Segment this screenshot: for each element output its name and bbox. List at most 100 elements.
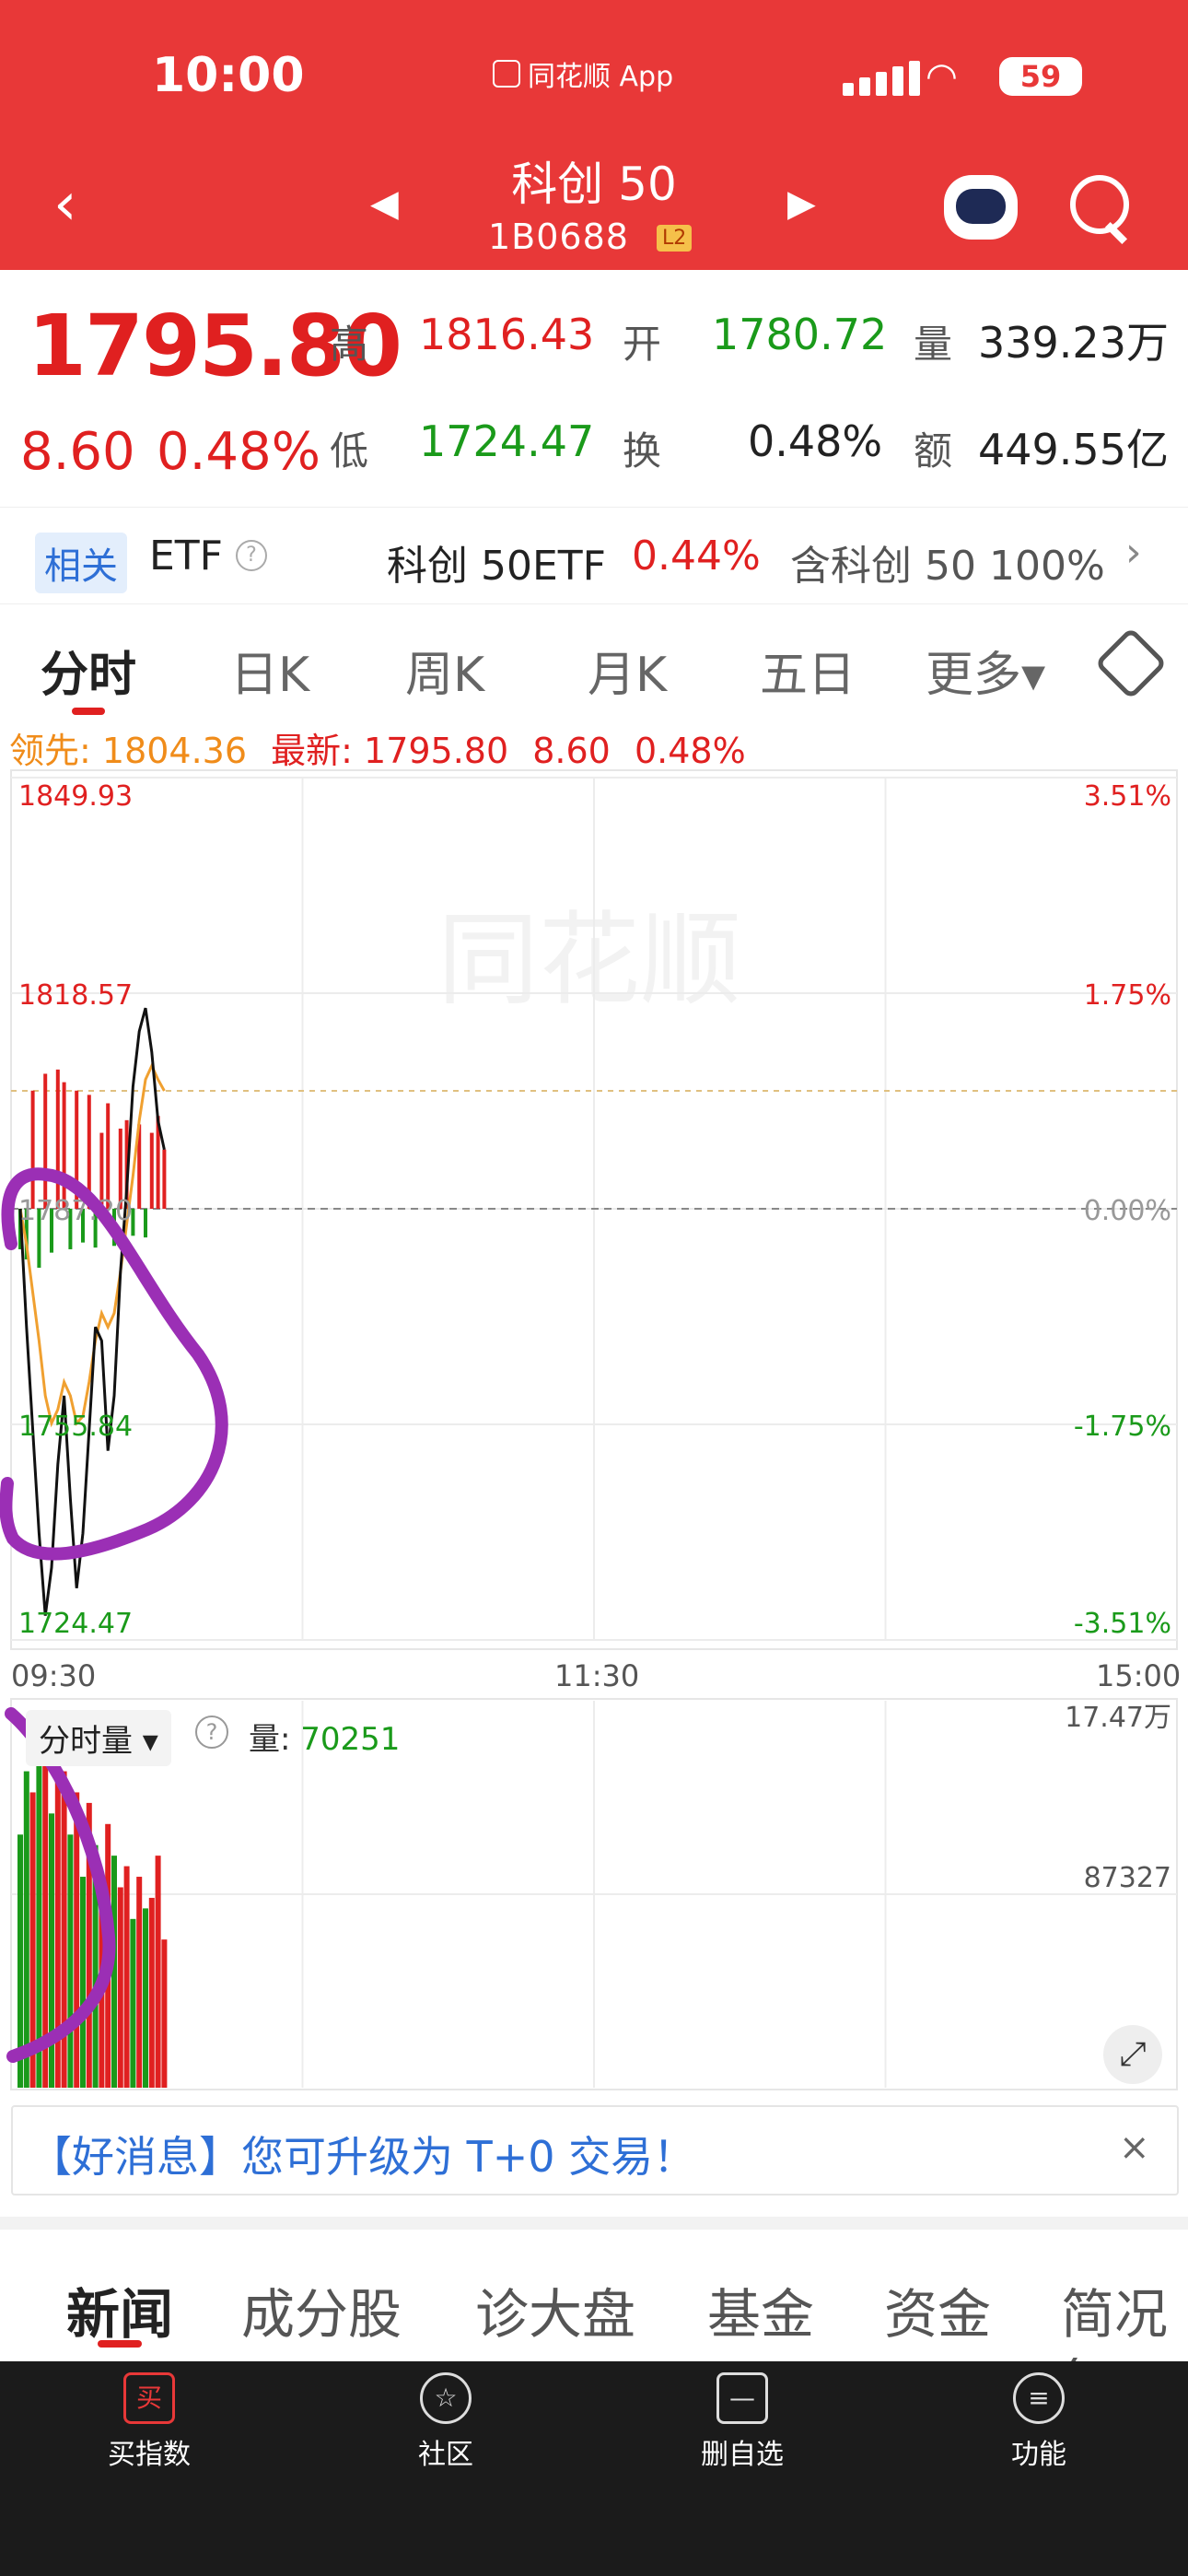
volume-bar xyxy=(155,1856,161,2088)
robot-face xyxy=(956,189,1006,224)
tab-fund[interactable]: 基金 xyxy=(707,2271,814,2348)
minus-icon: — xyxy=(716,2372,768,2424)
promo-text[interactable]: 【好消息】您可升级为 T+0 交易！ xyxy=(29,2124,695,2184)
high-value: 1816.43 xyxy=(419,310,595,359)
wifi-icon: ◠ xyxy=(926,55,958,98)
volume-indicator-label: 分时量 xyxy=(39,1723,133,1760)
tab-weekly-k[interactable]: 周K xyxy=(405,636,484,705)
menu-icon: ≡ xyxy=(1013,2372,1065,2424)
battery-icon: 59 xyxy=(999,57,1082,96)
tab-constituents[interactable]: 成分股 xyxy=(241,2271,402,2348)
prev-stock-button[interactable]: ◀ xyxy=(370,182,399,225)
volume-readout-value: 70251 xyxy=(300,1721,401,1758)
y-tick-right: 3.51% xyxy=(1084,780,1171,813)
y-tick-right: -1.75% xyxy=(1074,1411,1171,1443)
amount-label: 额 xyxy=(914,428,953,474)
tab-monthly-k[interactable]: 月K xyxy=(588,636,667,705)
open-label: 开 xyxy=(623,322,662,367)
next-stock-button[interactable]: ▶ xyxy=(787,182,816,225)
tab-daily-k[interactable]: 日K xyxy=(230,636,309,705)
tab-capital[interactable]: 资金 xyxy=(884,2271,991,2348)
low-value: 1724.47 xyxy=(419,416,595,466)
turnover-value: 0.48% xyxy=(748,416,883,466)
volume-bar xyxy=(148,1897,155,2088)
low-label: 低 xyxy=(330,428,369,474)
nav-buy-index[interactable]: 买 买指数 xyxy=(76,2372,223,2472)
volume-bar xyxy=(61,1771,67,2088)
y-tick-right: -3.51% xyxy=(1074,1608,1171,1640)
y-tick-right: 0.00% xyxy=(1084,1195,1171,1227)
expand-icon[interactable]: ⤢ xyxy=(1103,2025,1162,2084)
star-icon: ☆ xyxy=(420,2372,472,2424)
nav-functions-label: 功能 xyxy=(1011,2439,1066,2471)
volume-help-icon[interactable]: ? xyxy=(195,1715,228,1749)
volume-bar xyxy=(123,1866,130,2088)
etf-contain: 含科创 50 100% xyxy=(790,543,1105,590)
volume-bar xyxy=(80,1877,86,2088)
tab-five-day[interactable]: 五日 xyxy=(760,636,856,705)
nav-functions[interactable]: ≡ 功能 xyxy=(965,2372,1112,2472)
volume-bar xyxy=(74,1792,80,2088)
y-tick-left: 1724.47 xyxy=(18,1608,133,1640)
volume-tick-max: 17.47万 xyxy=(1065,1702,1171,1734)
watermark: 同花顺 xyxy=(437,901,741,1019)
app-logo-icon xyxy=(493,60,520,88)
buy-icon: 买 xyxy=(123,2372,175,2424)
intraday-price-chart[interactable]: 同花顺 1849.93 3.51%1818.57 1.75%1787.20 0.00%… xyxy=(0,765,1188,1668)
signal-icon xyxy=(843,61,920,96)
high-label: 高 xyxy=(330,322,369,367)
time-tick-midday: 11:30 xyxy=(554,1658,640,1693)
volume-bar xyxy=(130,1918,136,2088)
price-change: 8.60 xyxy=(20,422,135,482)
tab-news[interactable]: 新闻 xyxy=(66,2271,173,2348)
nav-remove-watchlist[interactable]: — 删自选 xyxy=(669,2372,816,2472)
back-button[interactable]: ‹ xyxy=(53,170,77,239)
tab-diagnosis[interactable]: 诊大盘 xyxy=(475,2271,635,2348)
etf-label: ETF xyxy=(149,533,223,580)
tab-more[interactable]: 更多▾ xyxy=(926,636,1045,705)
settings-icon[interactable] xyxy=(1094,626,1168,700)
related-tag: 相关 xyxy=(35,533,127,593)
status-app: 同花顺 App xyxy=(493,53,673,94)
stock-code: 1B0688 xyxy=(488,217,629,257)
status-time: 10:00 xyxy=(152,48,305,103)
turnover-label: 换 xyxy=(623,428,662,474)
price-panel-bar xyxy=(62,1082,66,1209)
volume-bar xyxy=(161,1939,168,2088)
volume-readout: 量: 70251 xyxy=(249,1714,400,1759)
volume-indicator-dropdown[interactable]: 分时量 ▾ xyxy=(26,1710,171,1766)
etf-pct: 0.44% xyxy=(632,533,761,580)
search-icon[interactable] xyxy=(1070,175,1129,234)
nav-community[interactable]: ☆ 社区 xyxy=(372,2372,519,2472)
price-panel-bar xyxy=(144,1209,147,1238)
price-panel-bar xyxy=(30,1090,35,1209)
bottom-tab-indicator xyxy=(98,2340,142,2348)
price-change-pct: 0.48% xyxy=(157,422,320,482)
intraday-volume-chart[interactable]: 17.47万 87327 xyxy=(0,1697,1188,2093)
section-divider xyxy=(0,2217,1188,2230)
price-panel-bar xyxy=(149,1132,154,1209)
y-tick-right: 1.75% xyxy=(1084,979,1171,1012)
volume-bar xyxy=(143,1908,148,2088)
price-panel-bar xyxy=(43,1073,48,1209)
volume-bar xyxy=(136,1877,143,2088)
nav-remove-label: 删自选 xyxy=(701,2439,784,2471)
close-icon[interactable]: × xyxy=(1119,2126,1150,2169)
volume-label: 量 xyxy=(914,322,953,367)
etf-name[interactable]: 科创 50ETF xyxy=(387,533,606,591)
volume-value: 339.23万 xyxy=(978,318,1169,368)
chevron-right-icon[interactable]: › xyxy=(1125,529,1142,576)
help-icon[interactable]: ? xyxy=(236,540,267,571)
level-badge: L2 xyxy=(657,225,693,252)
price-panel-bar xyxy=(55,1069,60,1209)
y-tick-left: 1818.57 xyxy=(18,979,133,1012)
y-tick-left: 1849.93 xyxy=(18,780,133,813)
tab-active-indicator xyxy=(72,708,105,715)
y-tick-left: 1755.84 xyxy=(18,1411,133,1443)
tab-intraday[interactable]: 分时 xyxy=(41,636,136,705)
page-title: 科创 50 xyxy=(511,158,677,211)
volume-tick-mid: 87327 xyxy=(1084,1862,1171,1894)
time-tick-close: 15:00 xyxy=(1096,1658,1182,1693)
amount-value: 449.55亿 xyxy=(978,425,1169,474)
volume-readout-label: 量: xyxy=(249,1721,301,1758)
